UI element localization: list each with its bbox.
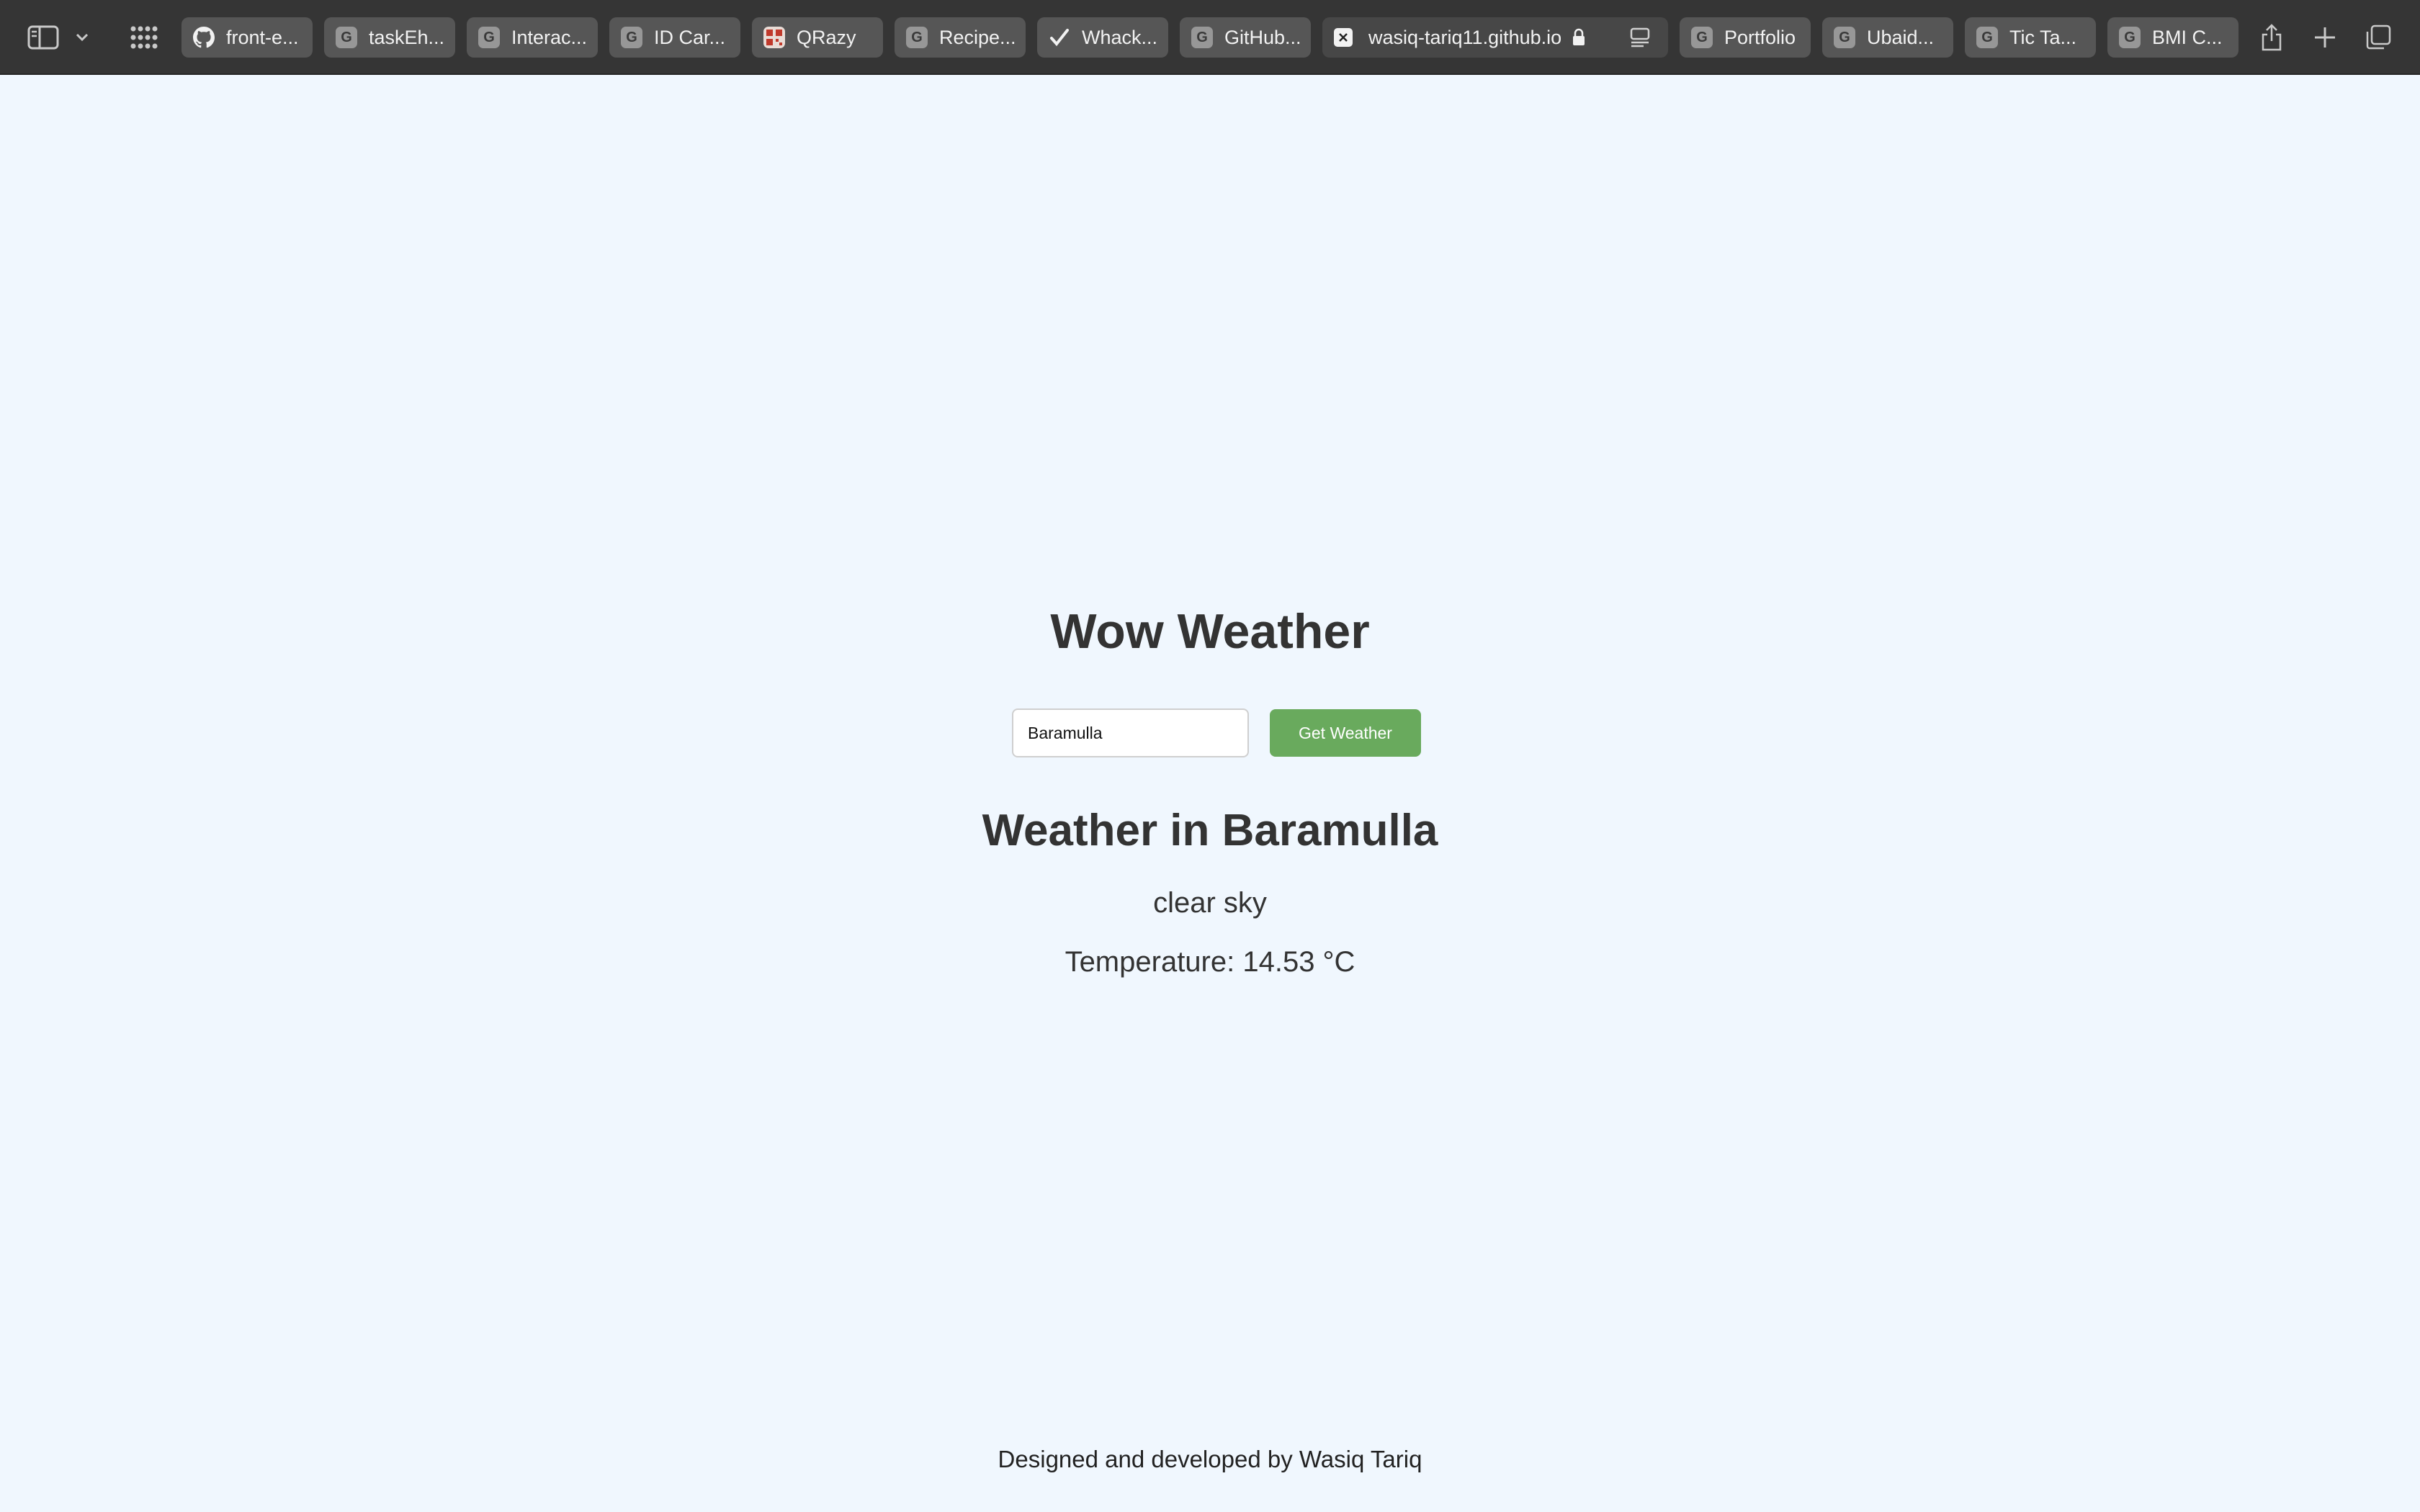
tab-label: Tic Ta... [2009,26,2077,48]
g-letter-icon: G [2119,27,2141,48]
tab-taskeh[interactable]: G taskEh... [324,17,455,58]
g-letter-icon: G [478,27,500,48]
city-search-input[interactable] [1012,708,1249,757]
tab-ubaid[interactable]: G Ubaid... [1822,17,1953,58]
tab-label: taskEh... [369,26,445,48]
share-icon[interactable] [2253,19,2290,56]
tab-active-wasiq[interactable]: wasiq-tariq11.github.io [1322,17,1668,58]
tab-label: ID Car... [654,26,726,48]
tab-portfolio[interactable]: G Portfolio [1680,17,1811,58]
tab-overview-icon[interactable] [2360,19,2397,56]
tab-whack[interactable]: Whack... [1037,17,1168,58]
tab-overview-grid-icon[interactable] [125,19,163,56]
tab-label: front-e... [226,26,299,48]
tab-id-card[interactable]: G ID Car... [609,17,740,58]
new-tab-plus-icon[interactable] [2306,19,2344,56]
tab-label: Ubaid... [1867,26,1935,48]
reader-mode-icon[interactable] [1629,27,1651,48]
qr-code-icon [763,27,785,48]
tab-bmi[interactable]: G BMI C... [2107,17,2238,58]
tab-github[interactable]: G GitHub... [1180,17,1311,58]
g-letter-icon: G [621,27,642,48]
tab-label: BMI C... [2152,26,2223,48]
tab-front-end[interactable]: front-e... [182,17,313,58]
g-letter-icon: G [1976,27,1998,48]
tab-interactive[interactable]: G Interac... [467,17,598,58]
chevron-down-icon[interactable] [65,19,99,56]
lock-icon [1572,28,1586,47]
tab-label: QRazy [797,26,856,48]
weather-heading: Weather in Baramulla [982,806,1438,855]
g-letter-icon: G [336,27,357,48]
g-letter-icon: G [1191,27,1213,48]
page-title: Wow Weather [1050,604,1370,659]
weather-description: clear sky [1153,887,1267,919]
weather-temperature: Temperature: 14.53 °C [1065,946,1355,978]
tab-recipe[interactable]: G Recipe... [895,17,1026,58]
tab-tic-tac[interactable]: G Tic Ta... [1965,17,2096,58]
tab-label: GitHub... [1224,26,1301,48]
close-icon[interactable] [1334,28,1353,47]
get-weather-button[interactable]: Get Weather [1270,709,1421,757]
checkmark-icon [1049,27,1070,48]
tab-label: wasiq-tariq11.github.io [1368,26,1562,48]
tab-qrazy[interactable]: QRazy [752,17,883,58]
sidebar-toggle-icon[interactable] [24,19,62,56]
tab-label: Portfolio [1724,26,1796,48]
tab-label: Interac... [511,26,588,48]
browser-toolbar: front-e... G taskEh... G Interac... G ID… [0,0,2420,75]
g-letter-icon: G [1691,27,1713,48]
g-letter-icon: G [1834,27,1855,48]
github-icon [193,27,215,48]
tab-label: Recipe... [939,26,1016,48]
tab-label: Whack... [1082,26,1158,48]
g-letter-icon: G [906,27,928,48]
footer-credit: Designed and developed by Wasiq Tariq [998,1446,1422,1472]
